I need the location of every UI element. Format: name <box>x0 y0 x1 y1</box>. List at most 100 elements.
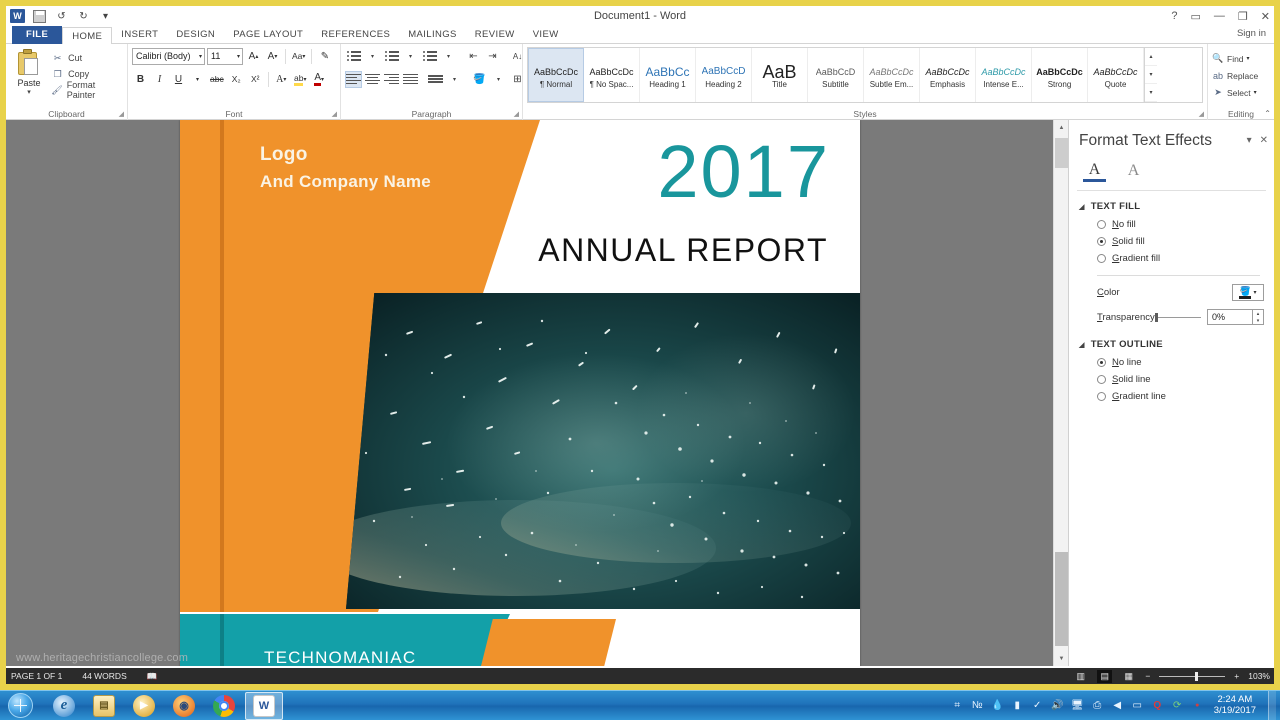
slider-knob[interactable] <box>1155 312 1158 322</box>
radio-solid-fill[interactable]: Solid fill <box>1069 233 1274 250</box>
save-icon[interactable] <box>32 9 47 24</box>
restore-button[interactable]: ❐ <box>1238 10 1248 23</box>
taskbar-item-chrome[interactable] <box>205 692 243 720</box>
word-count-status[interactable]: 44 WORDS <box>82 671 126 681</box>
style-no-spacing[interactable]: AaBbCcDc ¶ No Spac... <box>584 48 640 102</box>
underline-button[interactable]: U <box>170 71 187 88</box>
document-vertical-scrollbar[interactable]: ▲ ▼ <box>1053 120 1069 666</box>
taskbar-item-firefox[interactable]: ◉ <box>165 692 203 720</box>
shrink-font-button[interactable]: A ▾ <box>264 48 281 65</box>
underline-dropdown-arrow[interactable]: ▾ <box>189 71 206 88</box>
collapse-ribbon-button[interactable]: ⌃ <box>1264 109 1271 118</box>
water-drop-icon[interactable]: 💧 <box>991 699 1004 712</box>
alert-icon[interactable]: ● <box>1191 699 1204 712</box>
taskbar-clock[interactable]: 2:24 AM 3/19/2017 <box>1210 694 1262 717</box>
styles-dialog-launcher[interactable]: ◢ <box>1199 110 1204 118</box>
radio-button[interactable] <box>1097 375 1106 384</box>
proofing-icon[interactable]: 📖 <box>147 671 158 682</box>
styles-scroll-up-button[interactable]: ▴ <box>1145 48 1157 66</box>
company-brand-text[interactable]: TECHNOMANIAC <box>264 648 416 666</box>
network-monitor-icon[interactable]: № <box>971 699 984 712</box>
numbering-dropdown-arrow[interactable]: ▾ <box>402 48 419 65</box>
radio-solid-line[interactable]: Solid line <box>1069 371 1274 388</box>
redo-icon[interactable]: ↻ <box>76 9 91 24</box>
help-icon[interactable]: ? <box>1171 10 1177 22</box>
style-intense-emphasis[interactable]: AaBbCcDc Intense E... <box>976 48 1032 102</box>
radio-button[interactable] <box>1097 220 1106 229</box>
radio-gradient-fill[interactable]: Gradient fill <box>1069 250 1274 267</box>
style-subtle-emphasis[interactable]: AaBbCcDc Subtle Em... <box>864 48 920 102</box>
tab-review[interactable]: REVIEW <box>466 26 524 44</box>
font-color-button[interactable]: A ▾ <box>311 71 328 88</box>
style-quote[interactable]: AaBbCcDc Quote <box>1088 48 1144 102</box>
subscript-button[interactable]: X₂ <box>228 71 245 88</box>
report-heading[interactable]: ANNUAL REPORT <box>538 232 828 269</box>
bold-button[interactable]: B <box>132 71 149 88</box>
style-normal[interactable]: AaBbCcDc ¶ Normal <box>528 48 584 102</box>
replace-button[interactable]: ab Replace <box>1212 67 1270 84</box>
zoom-out-button[interactable]: − <box>1145 671 1150 681</box>
show-desktop-button[interactable] <box>1268 690 1276 720</box>
paste-dropdown-arrow[interactable]: ▾ <box>10 88 48 96</box>
font-name-combobox[interactable]: Calibri (Body) ▾ <box>132 47 205 65</box>
zoom-level[interactable]: 103% <box>1248 671 1270 681</box>
select-button[interactable]: ➤ Select ▾ <box>1212 84 1270 101</box>
taskbar-item-media-player[interactable]: ▶ <box>125 692 163 720</box>
shading-dropdown-arrow[interactable]: ▾ <box>490 71 507 88</box>
radio-gradient-line[interactable]: Gradient line <box>1069 388 1274 405</box>
scroll-thumb[interactable] <box>1055 552 1068 646</box>
change-case-button[interactable]: Aa ▾ <box>290 48 307 65</box>
report-year[interactable]: 2017 <box>657 135 830 209</box>
logo-text-block[interactable]: Logo And Company Name <box>260 140 431 196</box>
styles-more-button[interactable]: ▾ <box>1145 84 1157 102</box>
tab-references[interactable]: REFERENCES <box>312 26 399 44</box>
find-button[interactable]: 🔍 Find ▾ <box>1212 50 1270 67</box>
volume-icon[interactable]: 🔊 <box>1051 699 1064 712</box>
sign-in-link[interactable]: Sign in <box>1237 28 1266 39</box>
fill-color-picker-button[interactable]: 🪣 ▾ <box>1232 284 1264 301</box>
document-canvas[interactable]: Logo And Company Name ⌶ 2017 ANNUAL REPO… <box>6 120 1274 666</box>
tab-view[interactable]: VIEW <box>524 26 568 44</box>
minimize-button[interactable]: — <box>1214 10 1225 22</box>
font-size-combobox[interactable]: 11 ▾ <box>207 47 243 65</box>
hardware-icon[interactable]: ⌗ <box>951 699 964 712</box>
taskbar-item-internet-explorer[interactable]: e <box>45 692 83 720</box>
style-heading-1[interactable]: AaBbCc Heading 1 <box>640 48 696 102</box>
align-center-icon[interactable] <box>364 71 381 88</box>
clipboard-dialog-launcher[interactable]: ◢ <box>119 110 124 118</box>
transparency-slider[interactable] <box>1155 312 1201 322</box>
radio-button[interactable] <box>1097 392 1106 401</box>
style-title[interactable]: AaB Title <box>752 48 808 102</box>
line-spacing-icon[interactable] <box>427 71 444 88</box>
multilevel-list-icon[interactable] <box>421 48 438 65</box>
chevron-down-icon[interactable]: ▾ <box>1253 289 1256 296</box>
start-button[interactable] <box>1 692 39 720</box>
paragraph-dialog-launcher[interactable]: ◢ <box>514 110 519 118</box>
radio-button[interactable] <box>1097 254 1106 263</box>
format-painter-button[interactable]: 🖌 Format Painter <box>48 80 123 100</box>
display-icon[interactable]: ▭ <box>1131 699 1144 712</box>
sync-icon[interactable]: ⟳ <box>1171 699 1184 712</box>
grow-font-button[interactable]: A ▴ <box>245 48 262 65</box>
style-emphasis[interactable]: AaBbCcDc Emphasis <box>920 48 976 102</box>
styles-gallery-scrollbar[interactable]: ▴ ▾ ▾ <box>1144 48 1157 102</box>
transparency-spinner[interactable]: ▴ ▾ <box>1253 309 1264 325</box>
page-count-status[interactable]: PAGE 1 OF 1 <box>11 671 62 681</box>
strikethrough-button[interactable]: abc <box>208 71 226 88</box>
read-mode-icon[interactable]: ▥ <box>1073 670 1088 683</box>
style-strong[interactable]: AaBbCcDc Strong <box>1032 48 1088 102</box>
scroll-thumb-upper[interactable] <box>1055 138 1068 168</box>
text-highlight-button[interactable]: ab ▾ <box>292 71 309 88</box>
align-left-icon[interactable] <box>345 70 362 88</box>
bullets-icon[interactable] <box>345 48 362 65</box>
select-dropdown-arrow[interactable]: ▾ <box>1254 89 1257 96</box>
tab-home[interactable]: HOME <box>62 27 113 45</box>
chevron-down-icon[interactable]: ▾ <box>237 53 240 60</box>
justify-icon[interactable] <box>402 71 419 88</box>
line-spacing-dropdown-arrow[interactable]: ▾ <box>446 71 463 88</box>
pane-options-dropdown-icon[interactable]: ▾ <box>1247 135 1252 146</box>
customize-quick-access-icon[interactable]: ▾ <box>98 9 113 24</box>
antivirus-icon[interactable]: ✓ <box>1031 699 1044 712</box>
speaker-icon[interactable]: ◀ <box>1111 699 1124 712</box>
italic-button[interactable]: I <box>151 71 168 88</box>
